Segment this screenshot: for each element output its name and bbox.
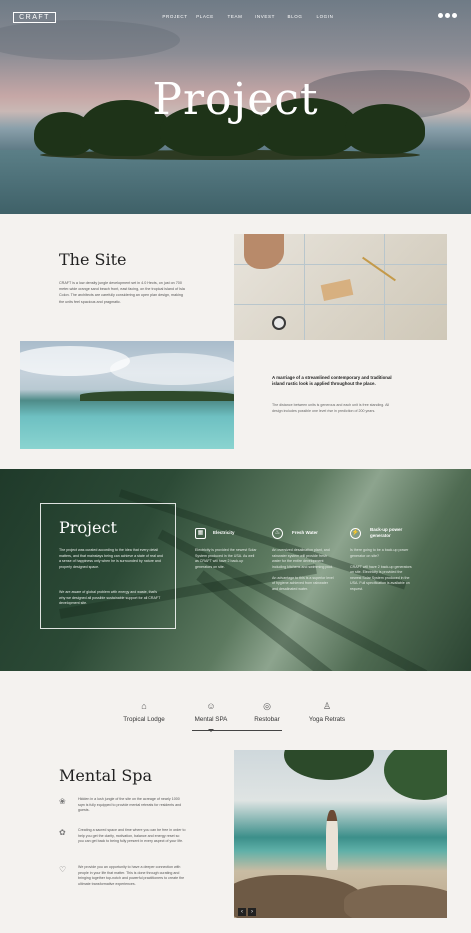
spa-item-text: Hidden in a lush jungle of the site on t… bbox=[78, 797, 182, 813]
spa-photo: ‹ › bbox=[234, 750, 447, 918]
cloud bbox=[0, 20, 180, 60]
tab-label: Yoga Retrats bbox=[308, 716, 346, 723]
spa-title: Mental Spa bbox=[59, 766, 153, 785]
twitter-icon[interactable] bbox=[452, 13, 457, 18]
instagram-icon[interactable] bbox=[445, 13, 450, 18]
card bbox=[320, 279, 354, 301]
spa-item-text: We provide you an opportunity to have a … bbox=[78, 865, 185, 886]
rock bbox=[344, 885, 447, 918]
island bbox=[80, 391, 234, 401]
spa-item: ✿ Creating a sacred space and time where… bbox=[59, 828, 189, 856]
feature-text-generator: Is there going to be a back-up power gen… bbox=[350, 548, 412, 591]
hero-title: Project bbox=[152, 74, 319, 125]
project-title: Project bbox=[59, 518, 117, 537]
nav-login[interactable]: LOGIN bbox=[310, 14, 340, 19]
lodge-icon: ⌂ bbox=[141, 701, 147, 711]
slider-controls: ‹ › bbox=[238, 908, 256, 916]
tab-label: Restobar bbox=[254, 716, 280, 723]
spa-item: ♡ We provide you an opportunity to have … bbox=[59, 865, 189, 899]
tab-mental-spa[interactable]: ☺ Mental SPA bbox=[188, 700, 234, 723]
tab-label: Mental SPA bbox=[194, 716, 228, 723]
leaf-icon: ❀ bbox=[59, 797, 66, 806]
prev-arrow-icon[interactable]: ‹ bbox=[238, 908, 246, 916]
site-title: The Site bbox=[59, 250, 127, 269]
spa-item-text: Creating a sacred space and time where y… bbox=[78, 828, 186, 844]
hero-banner: CRAFT PROJECT PLACE TEAM INVEST BLOG LOG… bbox=[0, 0, 471, 214]
solar-panel-icon: ▦ bbox=[195, 528, 206, 539]
site-quote-detail: The distance between units is generous a… bbox=[272, 403, 390, 413]
yoga-icon: ♙ bbox=[322, 701, 332, 711]
heart-icon: ♡ bbox=[59, 865, 67, 874]
water-drop-icon: ♨ bbox=[272, 528, 283, 539]
tab-restobar[interactable]: ◎ Restobar bbox=[249, 700, 285, 723]
site-text: CRAFT is a low density jungle developmen… bbox=[59, 281, 185, 304]
feature-text-water: An oversized desalination plant, and rai… bbox=[272, 548, 334, 591]
lotus-icon: ✿ bbox=[59, 828, 66, 837]
compass bbox=[362, 256, 396, 282]
restobar-icon: ◎ bbox=[263, 701, 271, 711]
tab-underline bbox=[192, 730, 282, 731]
hand bbox=[244, 234, 284, 269]
active-tab-caret bbox=[208, 729, 214, 732]
spa-item: ❀ Hidden in a lush jungle of the site on… bbox=[59, 797, 189, 819]
tab-tropical-lodge[interactable]: ⌂ Tropical Lodge bbox=[118, 700, 170, 723]
nav-invest[interactable]: INVEST bbox=[250, 14, 280, 19]
craft-logo[interactable]: CRAFT bbox=[13, 12, 56, 23]
nav-project[interactable]: PROJECT bbox=[160, 14, 190, 19]
spa-head-icon: ☺ bbox=[206, 701, 216, 711]
site-quote: A marriage of a streamlined contemporary… bbox=[272, 375, 392, 387]
beach-photo bbox=[20, 341, 234, 449]
tab-label: Tropical Lodge bbox=[123, 716, 165, 723]
feature-title-generator: Back-up power generator bbox=[370, 527, 403, 538]
main-nav: PROJECT PLACE TEAM INVEST BLOG LOGIN bbox=[160, 14, 340, 19]
nav-team[interactable]: TEAM bbox=[220, 14, 250, 19]
nav-place[interactable]: PLACE bbox=[190, 14, 220, 19]
feature-title-electricity: Electricity bbox=[213, 530, 235, 535]
feature-title-water: Fresh Water bbox=[292, 530, 318, 535]
tab-yoga-retreats[interactable]: ♙ Yoga Retrats bbox=[304, 700, 350, 723]
feature-text-electricity: Electricity is provided the newest Solar… bbox=[195, 548, 257, 569]
palm-frond bbox=[384, 750, 447, 800]
woman-figure bbox=[326, 810, 338, 870]
map-photo bbox=[234, 234, 447, 340]
social-links bbox=[438, 13, 457, 18]
nav-blog[interactable]: BLOG bbox=[280, 14, 310, 19]
palm-frond bbox=[284, 750, 374, 780]
power-icon: ⚡ bbox=[350, 528, 361, 539]
next-arrow-icon[interactable]: › bbox=[248, 908, 256, 916]
project-text-sustainability: We are aware of global problem with ener… bbox=[59, 590, 161, 606]
pocket-watch bbox=[272, 316, 286, 330]
facebook-icon[interactable] bbox=[438, 13, 443, 18]
project-text: The project was curated according to the… bbox=[59, 548, 163, 569]
